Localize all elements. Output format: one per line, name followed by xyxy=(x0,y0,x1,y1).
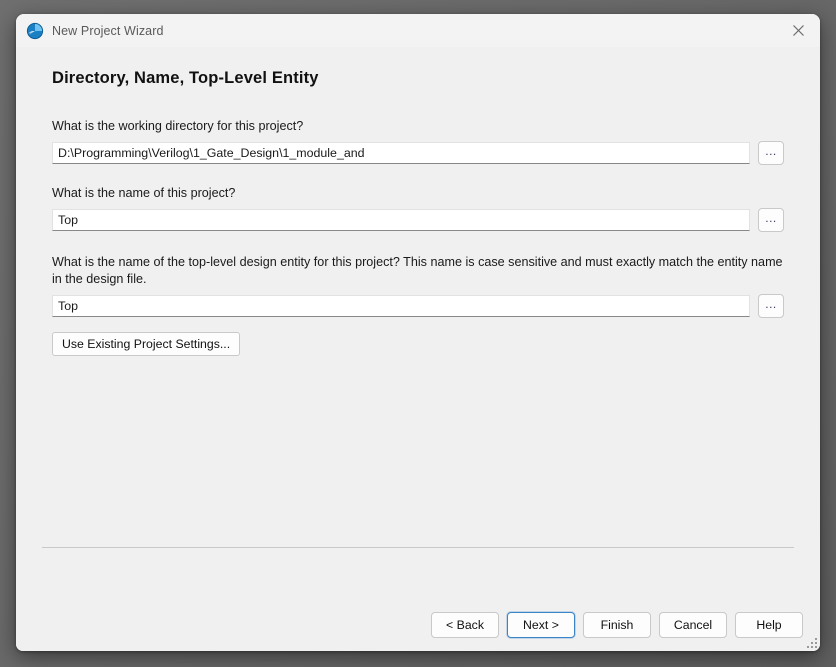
globe-icon xyxy=(26,22,44,40)
resize-grip[interactable] xyxy=(805,636,817,648)
working-directory-label: What is the working directory for this p… xyxy=(52,119,304,133)
cancel-button[interactable]: Cancel xyxy=(659,612,727,638)
project-name-browse-button[interactable]: ... xyxy=(758,208,784,232)
finish-button[interactable]: Finish xyxy=(583,612,651,638)
project-name-input[interactable] xyxy=(52,209,750,231)
top-level-entity-browse-button[interactable]: ... xyxy=(758,294,784,318)
page-title: Directory, Name, Top-Level Entity xyxy=(52,69,319,87)
dialog-content: Directory, Name, Top-Level Entity What i… xyxy=(16,47,820,599)
working-directory-browse-button[interactable]: ... xyxy=(758,141,784,165)
top-level-entity-row: ... xyxy=(52,294,784,318)
back-button[interactable]: < Back xyxy=(431,612,499,638)
working-directory-input[interactable] xyxy=(52,142,750,164)
project-name-row: ... xyxy=(52,208,784,232)
project-name-label: What is the name of this project? xyxy=(52,186,236,200)
help-button[interactable]: Help xyxy=(735,612,803,638)
top-level-entity-input[interactable] xyxy=(52,295,750,317)
working-directory-row: ... xyxy=(52,141,784,165)
new-project-wizard-dialog: New Project Wizard Directory, Name, Top-… xyxy=(16,14,820,651)
close-icon[interactable] xyxy=(776,14,820,46)
next-button[interactable]: Next > xyxy=(507,612,575,638)
use-existing-project-settings-button[interactable]: Use Existing Project Settings... xyxy=(52,332,241,356)
window-title: New Project Wizard xyxy=(52,23,164,38)
footer-separator xyxy=(42,547,794,548)
dialog-footer: < Back Next > Finish Cancel Help xyxy=(16,599,820,651)
top-level-entity-label: What is the name of the top-level design… xyxy=(52,255,783,286)
title-bar[interactable]: New Project Wizard xyxy=(16,14,820,47)
